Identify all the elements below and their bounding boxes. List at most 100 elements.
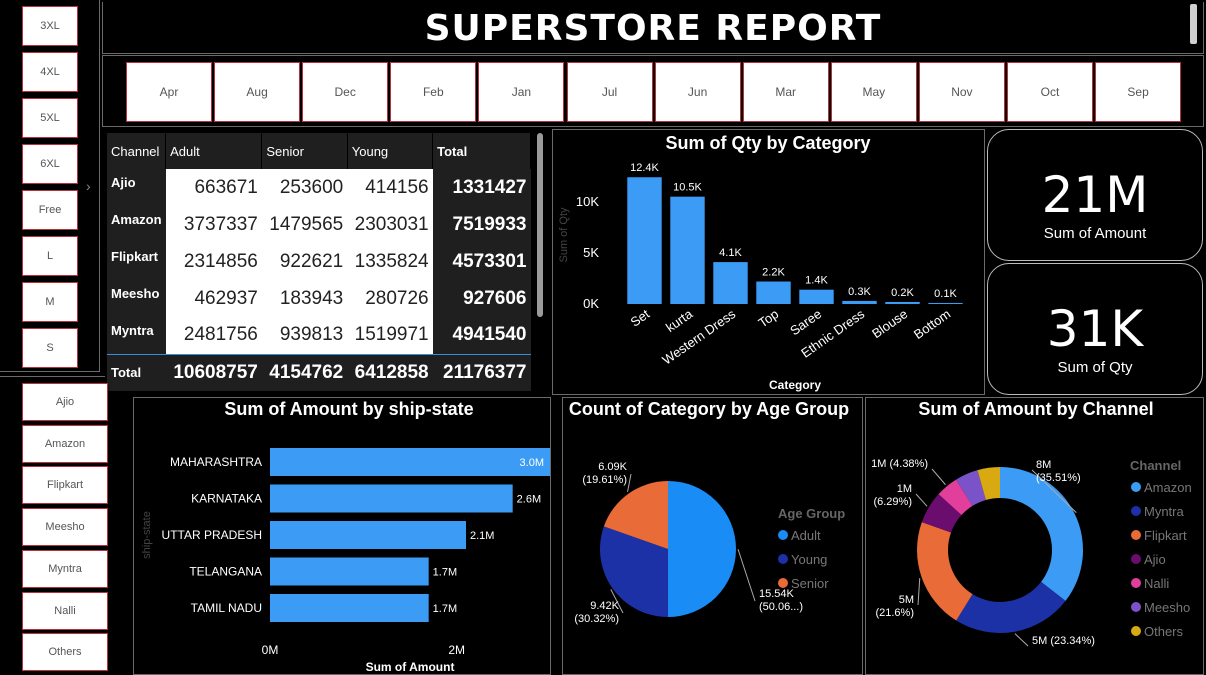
channel-option-myntra[interactable]: Myntra — [22, 549, 108, 588]
x-axis-label: Sum of Amount — [366, 660, 455, 674]
channel-option-ajio[interactable]: Ajio — [22, 383, 108, 421]
legend-marker — [778, 554, 788, 564]
size-option-l[interactable]: L — [22, 236, 78, 276]
y-axis-label: Sum of Qty — [558, 207, 570, 263]
matrix-cell-senior: 253600 — [261, 169, 348, 206]
kpi-amount-label: Sum of Amount — [1043, 225, 1147, 242]
y-tick-label: 10K — [576, 194, 599, 209]
y-tick-label: MAHARASHTRA — [170, 455, 262, 469]
matrix-header-channel[interactable]: Channel — [107, 133, 167, 169]
channel-option-nalli[interactable]: Nalli — [22, 591, 108, 630]
month-option-jan[interactable]: Jan — [478, 62, 565, 122]
matrix-cell-young: 1519971 — [347, 317, 433, 354]
matrix-header-young[interactable]: Young — [347, 133, 434, 169]
legend-label: Myntra — [1144, 504, 1185, 519]
matrix-cell-channel[interactable]: Amazon — [107, 206, 166, 243]
month-option-may[interactable]: May — [830, 62, 917, 122]
bar-maharashtra[interactable] — [270, 448, 550, 476]
donut-slice-myntra[interactable] — [956, 581, 1066, 633]
size-option-m[interactable]: M — [22, 282, 78, 322]
bar-uttar-pradesh[interactable] — [270, 521, 466, 549]
bar-kurta[interactable] — [670, 196, 705, 304]
y-tick-label: UTTAR PRADESH — [162, 528, 262, 542]
matrix-scrollbar[interactable] — [537, 133, 543, 317]
channel-option-amazon[interactable]: Amazon — [22, 424, 108, 463]
matrix-header-row: Channel Adult Senior Young Total — [107, 133, 531, 169]
matrix-header-adult[interactable]: Adult — [165, 133, 263, 169]
chart-title: Sum of Amount by Channel — [918, 399, 1153, 419]
month-option-jun[interactable]: Jun — [654, 62, 741, 122]
bar-top[interactable] — [756, 281, 791, 304]
bar-saree[interactable] — [799, 289, 834, 304]
bar-data-label: 1.4K — [805, 275, 828, 287]
month-option-apr[interactable]: Apr — [126, 62, 212, 122]
page-scrollbar[interactable] — [1190, 4, 1197, 44]
pie-slice-adult[interactable] — [667, 481, 737, 617]
month-option-feb[interactable]: Feb — [390, 62, 477, 122]
slice-value-label: 8M — [1036, 459, 1051, 471]
legend-label: Amazon — [1144, 480, 1192, 495]
matrix-cell-channel[interactable]: Meesho — [107, 280, 166, 317]
bar-western-dress[interactable] — [713, 262, 748, 304]
chart-title: Count of Category by Age Group — [569, 399, 849, 419]
month-option-oct[interactable]: Oct — [1007, 62, 1093, 122]
bar-tamil-nadu[interactable] — [270, 594, 429, 622]
bar-karnataka[interactable] — [270, 484, 513, 513]
bar-data-label: 10.5K — [673, 182, 702, 194]
report-title: SUPERSTORE REPORT — [424, 8, 882, 49]
slicer-expand-chevron-icon[interactable]: › — [86, 178, 91, 194]
bar-data-label: 2.2K — [762, 267, 785, 279]
channel-option-flipkart[interactable]: Flipkart — [22, 466, 108, 505]
size-option-6xl[interactable]: 6XL — [22, 144, 78, 184]
y-tick-label: TAMIL NADU — [191, 601, 262, 615]
kpi-qty-label: Sum of Qty — [1057, 359, 1133, 376]
matrix-cell-total: 927606 — [432, 280, 531, 317]
slice-pct-label: (21.6%) — [875, 607, 914, 619]
matrix-cell-channel[interactable]: Flipkart — [107, 243, 166, 280]
bar-blouse[interactable] — [885, 301, 920, 304]
matrix-header-senior[interactable]: Senior — [261, 133, 348, 169]
matrix-cell-channel[interactable]: Total — [107, 353, 166, 391]
bar-ethnic-dress[interactable] — [842, 300, 877, 304]
matrix-cell-channel[interactable]: Ajio — [107, 169, 166, 206]
bar-data-label: 1.7M — [433, 603, 457, 615]
month-option-nov[interactable]: Nov — [918, 62, 1005, 122]
matrix-cell-channel[interactable]: Myntra — [107, 317, 166, 354]
size-option-5xl[interactable]: 5XL — [22, 98, 78, 138]
matrix-cell-young: 2303031 — [347, 206, 433, 243]
size-option-4xl[interactable]: 4XL — [22, 52, 78, 92]
bar-set[interactable] — [627, 177, 662, 304]
donut-slice-flipkart[interactable] — [917, 522, 973, 621]
size-option-free[interactable]: Free — [22, 190, 78, 230]
bar-data-label: 4.1K — [719, 247, 742, 259]
matrix-header-total[interactable]: Total — [432, 133, 531, 169]
month-option-sep[interactable]: Sep — [1095, 62, 1182, 122]
matrix-cell-total: 4573301 — [432, 243, 531, 280]
bar-bottom[interactable] — [928, 302, 963, 304]
bar-data-label: 12.4K — [630, 162, 659, 174]
qty-by-category-chart: Sum of Qty by Category 0K 5K 10K Sum of Qty 1… — [558, 133, 963, 392]
donut-slice-amazon[interactable] — [1000, 467, 1083, 601]
legend-label: Young — [791, 552, 827, 567]
size-option-s[interactable]: S — [22, 328, 78, 368]
month-option-jul[interactable]: Jul — [566, 62, 653, 122]
month-option-dec[interactable]: Dec — [302, 62, 389, 122]
legend-marker — [1131, 482, 1141, 492]
x-tick-label: Bottom — [911, 306, 953, 342]
month-option-mar[interactable]: Mar — [742, 62, 829, 122]
bar-data-label: 0.2K — [891, 287, 914, 299]
slice-pct-label: (6.29%) — [873, 496, 912, 508]
category-by-age-group-chart: Count of Category by Age Group 15.54K(50.… — [569, 399, 849, 625]
x-tick-label: Top — [755, 306, 781, 330]
channel-option-meesho[interactable]: Meesho — [22, 508, 108, 547]
month-option-aug[interactable]: Aug — [214, 62, 301, 122]
x-axis-label: Category — [769, 378, 821, 392]
matrix-cell-total: 4941540 — [432, 317, 531, 354]
size-option-3xl[interactable]: 3XL — [22, 6, 78, 46]
legend-label: Senior — [791, 576, 829, 591]
leader-line — [931, 468, 946, 486]
bar-telangana[interactable] — [270, 557, 429, 586]
kpi-card-qty: 31K Sum of Qty — [987, 263, 1203, 395]
chart-title: Sum of Amount by ship-state — [224, 399, 473, 419]
channel-option-others[interactable]: Others — [22, 633, 108, 672]
